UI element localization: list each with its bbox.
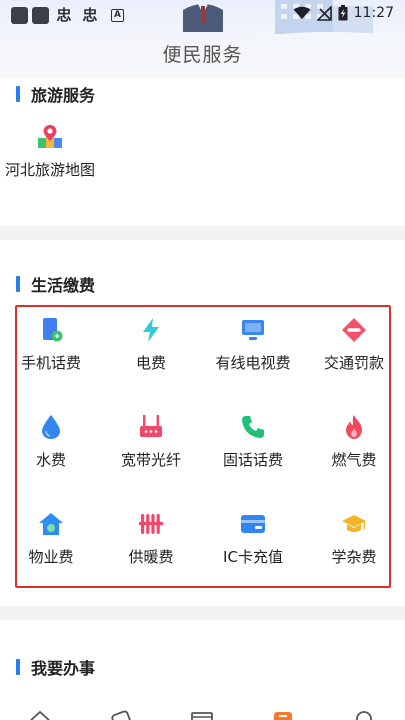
tile-label: 供暖费 (128, 548, 174, 566)
property-fee-tile[interactable]: 物业费 (10, 511, 92, 567)
gas-bill-tile[interactable]: 燃气费 (313, 414, 395, 470)
services-nav-icon[interactable] (189, 709, 215, 720)
graduation-cap-icon (342, 515, 366, 532)
page-title: 便民服务 (162, 44, 243, 66)
tile-label: 学杂费 (331, 548, 377, 566)
lightning-icon (143, 318, 159, 342)
section-header: 旅游服务 (16, 82, 95, 106)
profile-nav-icon[interactable] (351, 709, 377, 720)
broadband-tile[interactable]: 宽带光纤 (110, 414, 192, 470)
tile-label: IC卡充值 (223, 548, 283, 566)
wifi-icon (293, 6, 311, 19)
section-accent-bar (16, 276, 20, 292)
section-header: 生活缴费 (16, 272, 95, 296)
app-notification-icon: 忠 (82, 6, 98, 24)
traffic-fine-tile[interactable]: 交通罚款 (313, 317, 395, 373)
app-header: 忠 忠 A 11:27 便民服务 (0, 0, 405, 78)
tile-label: 燃气费 (331, 451, 377, 469)
active-service-nav-icon[interactable] (270, 709, 296, 720)
section-title: 我要办事 (31, 659, 96, 678)
heating-fee-tile[interactable]: 供暖费 (110, 511, 192, 567)
travel-map-tile[interactable]: 河北旅游地图 (0, 124, 100, 180)
notification-square-icon (11, 6, 28, 24)
house-icon (39, 513, 63, 535)
tv-icon (242, 320, 264, 340)
home-nav-icon[interactable] (27, 709, 53, 720)
router-icon (140, 415, 162, 437)
clock-time: 11:27 (353, 5, 394, 21)
section-title: 旅游服务 (31, 86, 96, 105)
bottom-navigation (0, 704, 405, 720)
landline-bill-tile[interactable]: 固话话费 (211, 414, 295, 470)
section-accent-bar (16, 659, 20, 675)
tile-label: 宽带光纤 (120, 451, 181, 469)
app-notification-icon: 忠 (56, 6, 72, 24)
explore-nav-icon[interactable] (108, 709, 134, 720)
radiator-icon (139, 514, 163, 534)
section-header: 我要办事 (16, 655, 95, 679)
tuition-fee-tile[interactable]: 学杂费 (313, 511, 395, 567)
travel-services-card: 旅游服务 河北旅游地图 (0, 78, 405, 226)
tile-label: 电费 (135, 354, 166, 372)
keyboard-badge-icon: A (111, 8, 124, 22)
no-signal-icon (316, 5, 332, 21)
water-bill-tile[interactable]: 水费 (10, 414, 92, 470)
map-pin-icon (38, 125, 62, 148)
ic-card-topup-tile[interactable]: IC卡充值 (211, 511, 295, 567)
telephone-icon (242, 416, 264, 438)
tile-label: 交通罚款 (323, 354, 384, 372)
tile-label: 水费 (35, 451, 66, 469)
mobile-bill-tile[interactable]: 手机话费 (10, 317, 92, 373)
tile-label: 手机话费 (20, 354, 81, 372)
section-title: 生活缴费 (31, 276, 96, 295)
section-accent-bar (16, 86, 20, 102)
flame-icon (346, 415, 362, 439)
notification-square-icon (32, 6, 49, 24)
traffic-fine-icon (342, 318, 366, 342)
tile-label: 物业费 (28, 548, 74, 566)
tile-label: 河北旅游地图 (4, 161, 95, 179)
status-bar: 忠 忠 A 11:27 (0, 0, 405, 30)
mobile-phone-icon (43, 318, 63, 342)
water-drop-icon (42, 415, 60, 439)
battery-charging-icon (338, 5, 348, 21)
tile-label: 固话话费 (222, 451, 283, 469)
electricity-bill-tile[interactable]: 电费 (110, 317, 192, 373)
cable-tv-bill-tile[interactable]: 有线电视费 (211, 317, 295, 373)
tile-label: 有线电视费 (215, 354, 291, 372)
card-icon (241, 515, 265, 533)
